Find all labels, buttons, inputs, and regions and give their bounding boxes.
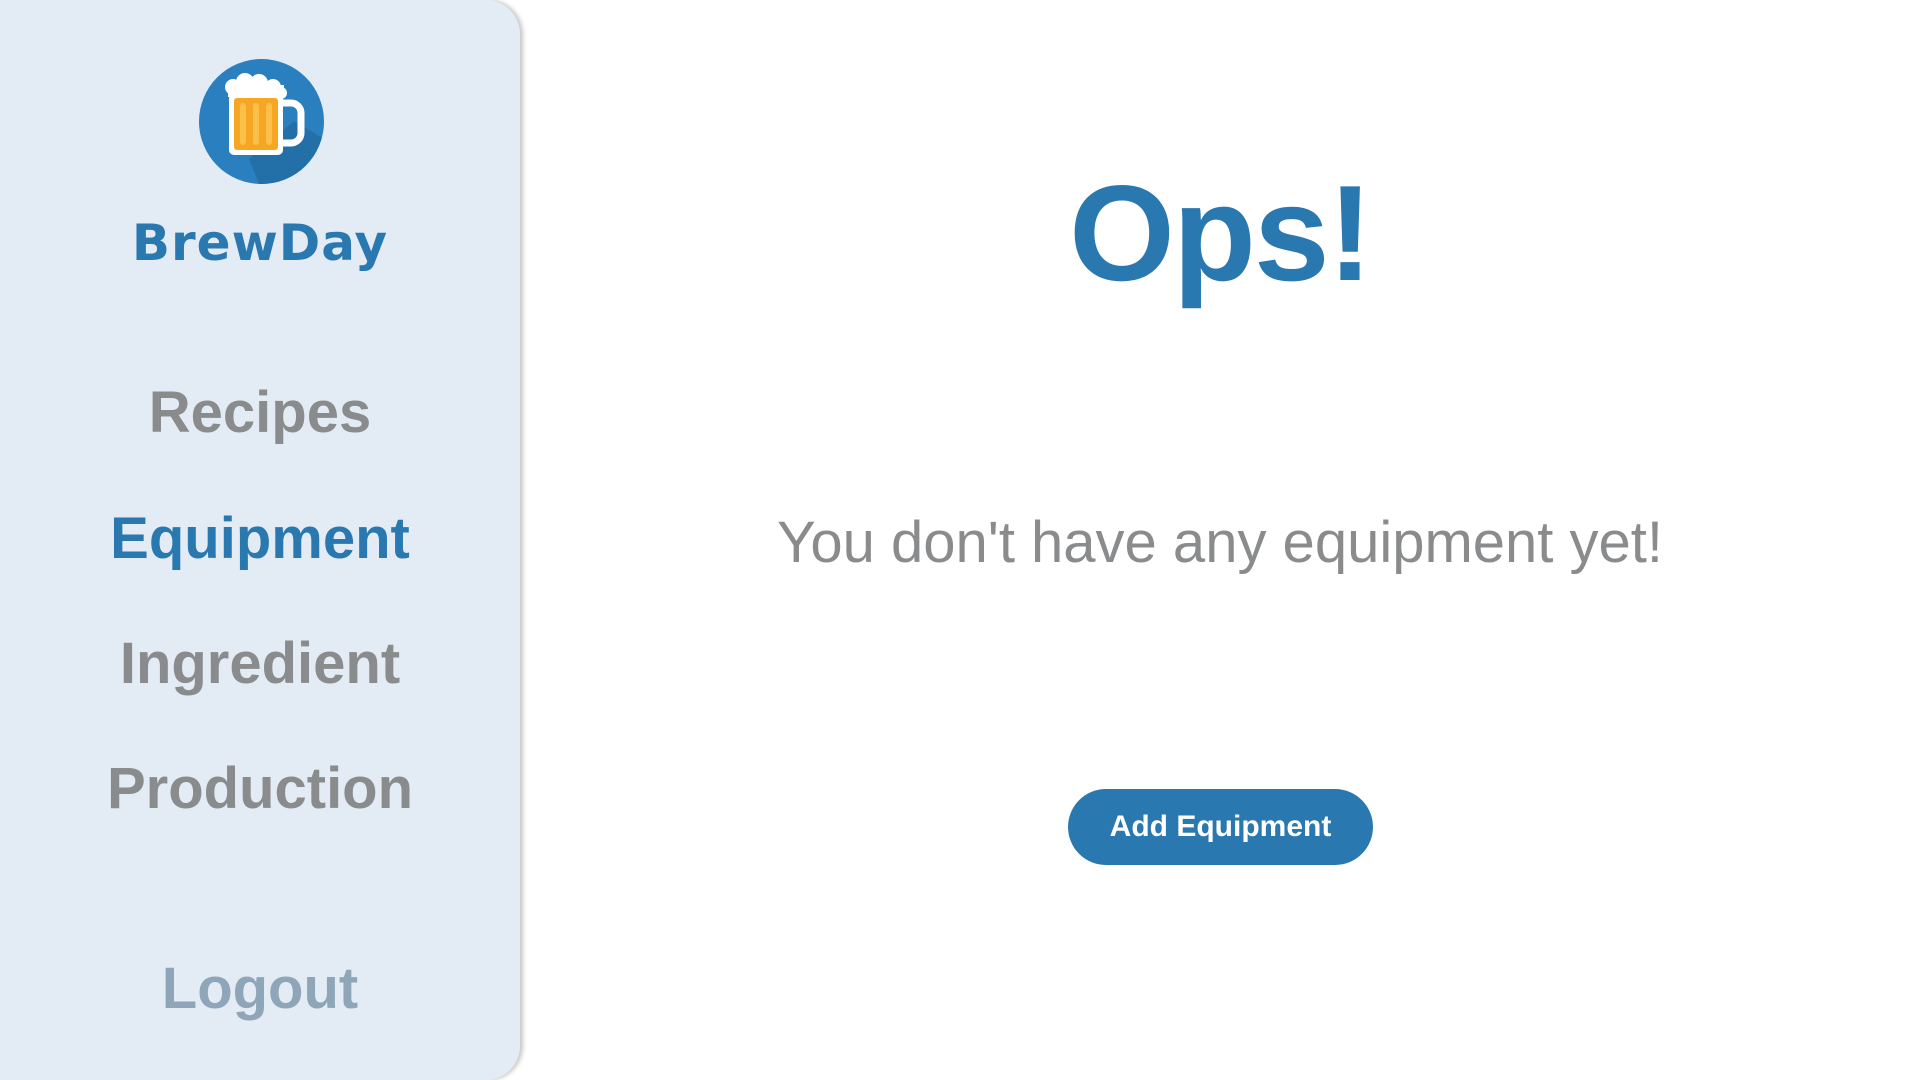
logout-link[interactable]: Logout [0, 956, 520, 1022]
page-title: Ops! [1069, 157, 1373, 309]
sidebar-item-equipment[interactable]: Equipment [0, 506, 520, 572]
brand-name: BrewDay [131, 214, 389, 272]
main-content: Ops! You don't have any equipment yet! A… [520, 0, 1920, 1080]
app: BrewDay Recipes Equipment Ingredient Pro… [0, 0, 1920, 1080]
sidebar: BrewDay Recipes Equipment Ingredient Pro… [0, 0, 520, 1080]
sidebar-item-ingredient[interactable]: Ingredient [0, 631, 520, 697]
beer-mug-icon [199, 59, 324, 184]
add-equipment-button[interactable]: Add Equipment [1068, 789, 1373, 865]
sidebar-item-recipes[interactable]: Recipes [0, 380, 520, 446]
sidebar-item-production[interactable]: Production [0, 756, 520, 822]
empty-state-message: You don't have any equipment yet! [776, 510, 1664, 575]
